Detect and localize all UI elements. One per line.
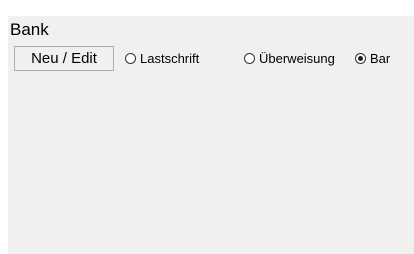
radio-circle[interactable] <box>244 52 255 64</box>
radio-ueberweisung[interactable]: Überweisung <box>244 49 335 67</box>
radio-lastschrift[interactable]: Lastschrift <box>125 49 199 67</box>
group-title: Bank <box>10 20 49 39</box>
radio-label-lastschrift: Lastschrift <box>140 50 200 66</box>
radio-bar[interactable]: Bar <box>355 49 390 67</box>
new-edit-button[interactable]: Neu / Edit <box>14 46 114 71</box>
bank-group-panel: Bank Neu / Edit Lastschrift Überweisung … <box>8 16 414 254</box>
radio-circle-checked[interactable] <box>355 52 366 64</box>
radio-circle[interactable] <box>125 52 136 64</box>
radio-label-ueberweisung: Überweisung <box>259 50 335 66</box>
radio-label-bar: Bar <box>370 50 391 66</box>
